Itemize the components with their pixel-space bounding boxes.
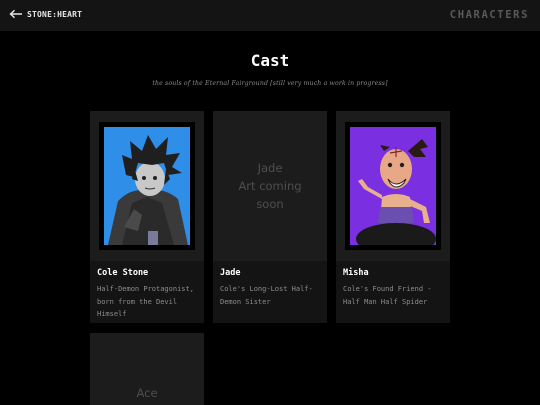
art-placeholder: Ace — [90, 333, 204, 405]
character-description: Cole's Long-Lost Half-Demon Sister — [220, 285, 313, 306]
character-art — [90, 111, 204, 261]
art-placeholder: Jade Art coming soon — [213, 111, 327, 261]
placeholder-text: Art coming soon — [238, 179, 302, 211]
brand-label: STONE:HEART — [27, 9, 83, 19]
portrait-frame — [345, 122, 441, 250]
character-name: Misha — [343, 268, 369, 278]
character-art: Ace — [90, 333, 204, 405]
page-subtitle: the souls of the Eternal Fairground [sti… — [152, 80, 388, 87]
back-link[interactable]: STONE:HEART — [9, 9, 82, 19]
placeholder-name: Jade — [257, 161, 283, 175]
arrow-left-icon — [9, 9, 22, 19]
top-bar: STONE:HEART CHARACTERS — [0, 0, 540, 31]
character-name: Cole Stone — [97, 268, 149, 278]
nav-characters[interactable]: CHARACTERS — [450, 9, 529, 21]
character-card-misha[interactable]: Misha Cole's Found Friend - Half Man Hal… — [336, 111, 450, 323]
character-card-cole[interactable]: Cole Stone Half-Demon Protagonist, born … — [90, 111, 204, 323]
misha-portrait — [350, 127, 436, 245]
placeholder-name: Ace — [136, 386, 158, 400]
page-title: Cast — [250, 51, 290, 70]
cole-portrait — [104, 127, 190, 245]
character-art — [336, 111, 450, 261]
character-art: Jade Art coming soon — [213, 111, 327, 261]
character-description: Cole's Found Friend - Half Man Half Spid… — [343, 285, 432, 306]
character-name: Jade — [220, 268, 241, 278]
character-card-jade[interactable]: Jade Art coming soon Jade Cole's Long-Lo… — [213, 111, 327, 323]
character-card-ace[interactable]: Ace — [90, 333, 204, 405]
portrait-frame — [99, 122, 195, 250]
character-description: Half-Demon Protagonist, born from the De… — [97, 285, 194, 318]
